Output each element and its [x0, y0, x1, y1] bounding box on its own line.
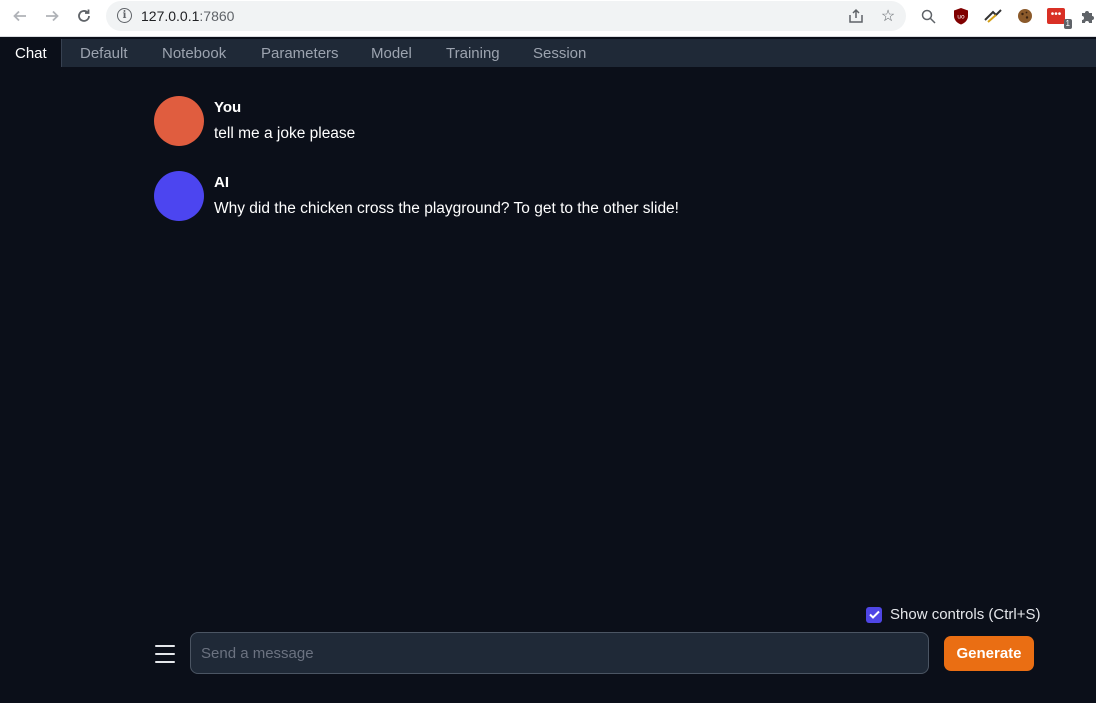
tab-session[interactable]: Session [533, 39, 586, 67]
message-text: tell me a joke please [214, 125, 356, 142]
back-icon[interactable] [6, 4, 34, 28]
svg-text:uo: uo [957, 14, 965, 21]
reload-icon[interactable] [70, 4, 98, 28]
cookie-icon[interactable] [1015, 6, 1035, 26]
extension-bird-icon[interactable] [983, 6, 1003, 26]
generate-button[interactable]: Generate [944, 636, 1034, 671]
extension-badge: 1 [1063, 19, 1072, 29]
forward-icon[interactable] [38, 4, 66, 28]
user-avatar [154, 96, 204, 146]
ai-avatar [154, 171, 204, 221]
tab-default[interactable]: Default [80, 39, 128, 67]
tab-notebook[interactable]: Notebook [162, 39, 226, 67]
bookmark-star-icon[interactable]: ☆ [878, 6, 898, 26]
message-sender: AI [214, 174, 229, 191]
show-controls-label: Show controls (Ctrl+S) [890, 606, 1041, 623]
menu-icon[interactable] [154, 643, 176, 665]
tab-chat[interactable]: Chat [0, 39, 62, 67]
tab-bar: Chat Default Notebook Parameters Model T… [0, 39, 1096, 67]
message-sender: You [214, 99, 242, 116]
browser-toolbar: i 127.0.0.1:7860 ☆ uo ••• 1 [0, 0, 1096, 37]
tab-training[interactable]: Training [446, 39, 500, 67]
search-icon[interactable] [918, 6, 938, 26]
message-input[interactable] [190, 632, 929, 674]
show-controls-checkbox[interactable] [866, 606, 882, 623]
extensions-puzzle-icon[interactable] [1078, 6, 1096, 26]
tab-parameters[interactable]: Parameters [261, 39, 339, 67]
extension-menu-icon[interactable]: ••• 1 [1047, 6, 1073, 29]
address-bar[interactable]: i 127.0.0.1:7860 ☆ [106, 1, 906, 31]
show-controls-toggle[interactable]: Show controls (Ctrl+S) [866, 606, 1040, 623]
tab-model[interactable]: Model [371, 39, 412, 67]
site-info-icon[interactable]: i [117, 8, 132, 23]
message-text: Why did the chicken cross the playground… [214, 200, 679, 217]
share-icon[interactable] [846, 6, 866, 26]
url-text: 127.0.0.1:7860 [141, 8, 235, 24]
ublock-icon[interactable]: uo [951, 6, 971, 26]
